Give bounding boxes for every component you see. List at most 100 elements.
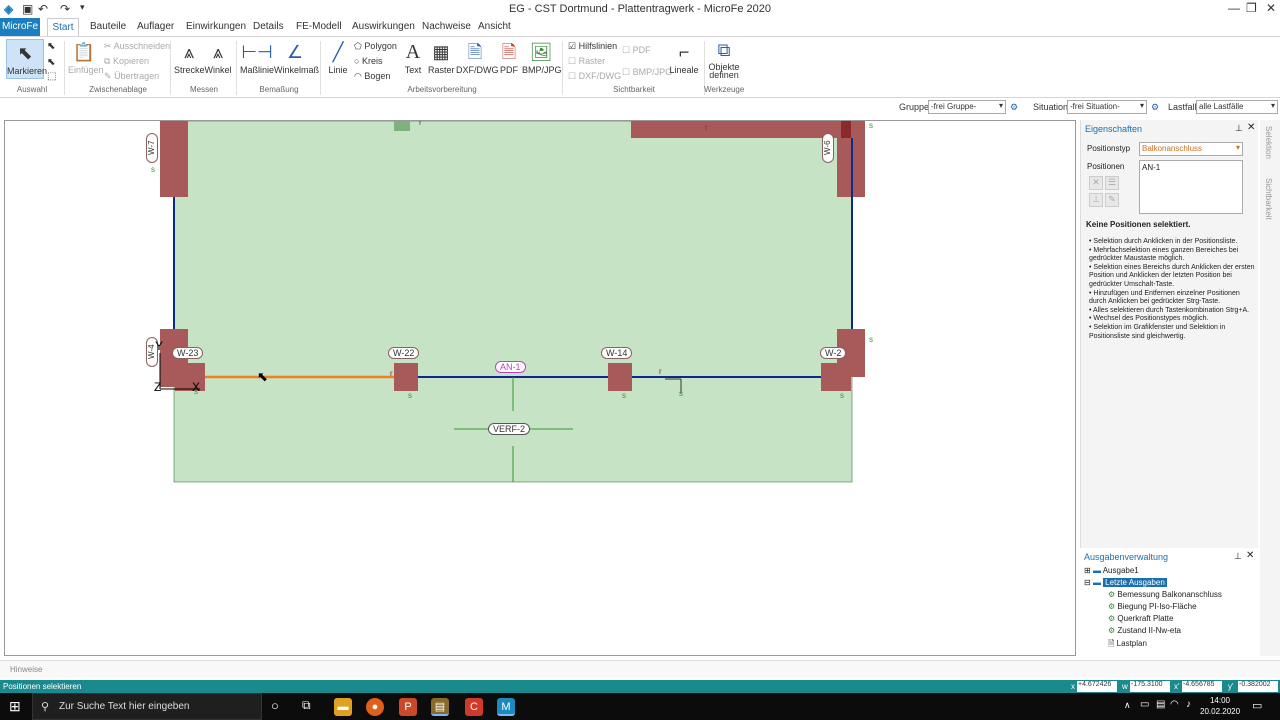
tray-wifi-icon[interactable]: ◠: [1170, 699, 1179, 710]
tab-auflager[interactable]: Auflager: [137, 21, 174, 32]
panel-close-icon[interactable]: ✕: [1246, 550, 1254, 561]
tree-child[interactable]: ⚙ Biegung PI-Iso-Fläche: [1108, 602, 1197, 611]
side-tab-selektion[interactable]: Selektion: [1264, 126, 1273, 159]
tray-network-icon[interactable]: ▭: [1140, 699, 1149, 710]
windows-start-icon[interactable]: ⊞: [9, 698, 21, 715]
winkel-button[interactable]: ⩓ Winkel: [204, 41, 232, 75]
dxf-dwg-button[interactable]: 🗎 DXF/DWG: [456, 41, 499, 75]
tray-volume-icon[interactable]: ♪: [1186, 699, 1191, 710]
einfuegen-button[interactable]: 📋 Einfügen: [68, 41, 104, 75]
lastfall-select[interactable]: alle Lastfälle: [1196, 100, 1278, 114]
tab-details[interactable]: Details: [253, 21, 284, 32]
lineale-button[interactable]: ⌐ Lineale: [668, 41, 700, 75]
pdf-checkbox[interactable]: ☐ PDF: [622, 45, 651, 56]
gruppe-filter-icon[interactable]: ⚙: [1010, 102, 1018, 113]
label-w22[interactable]: W-22: [388, 347, 420, 359]
structure-drawing[interactable]: [5, 121, 1076, 656]
raster-checkbox[interactable]: ☐ Raster: [568, 56, 605, 67]
clock-time[interactable]: 14:00: [1200, 696, 1240, 705]
pdf-button[interactable]: 🗎 PDF: [498, 41, 520, 75]
filter-position-icon[interactable]: ⊥: [1089, 193, 1103, 207]
list-position-icon[interactable]: ☰: [1105, 176, 1119, 190]
app-icon-1[interactable]: ▤: [431, 698, 449, 716]
collapse-minus-icon[interactable]: ⊟: [1084, 578, 1091, 587]
wall-w23[interactable]: [175, 363, 205, 391]
situation-filter-icon[interactable]: ⚙: [1151, 102, 1159, 113]
minimize-button[interactable]: —: [1228, 1, 1240, 15]
firefox-icon[interactable]: ●: [366, 698, 384, 716]
tree-child[interactable]: ⚙ Querkraft Platte: [1108, 614, 1173, 623]
label-w7[interactable]: W-7: [146, 133, 158, 163]
polygon-button[interactable]: ⬠ Polygon: [354, 41, 397, 52]
tab-start[interactable]: Start: [47, 18, 79, 37]
positionen-item[interactable]: AN-1: [1142, 163, 1160, 172]
winkelmass-button[interactable]: ∠ Winkelmaß: [274, 41, 319, 75]
select-mode-icon-3[interactable]: ⬚: [47, 71, 56, 82]
expand-plus-icon[interactable]: ⊞: [1084, 566, 1091, 575]
taskbar-search-box[interactable]: ⚲ Zur Suche Text hier eingeben: [32, 693, 262, 720]
positionen-list[interactable]: AN-1: [1139, 160, 1243, 214]
kopieren-button[interactable]: ⧉ Kopieren: [104, 56, 149, 67]
wall-top-right[interactable]: [631, 121, 841, 138]
task-view-icon[interactable]: ⧉: [302, 698, 311, 713]
tree-child[interactable]: ⚙ Bemessung Balkonanschluss: [1108, 590, 1222, 599]
app-icon-2[interactable]: C: [465, 698, 483, 716]
bogen-button[interactable]: ◠ Bogen: [354, 71, 390, 82]
linie-button[interactable]: ╱ Linie: [326, 41, 350, 75]
markieren-button[interactable]: ⬉ Markieren: [6, 39, 47, 79]
menu-file-microfe[interactable]: MicroFe: [0, 18, 40, 36]
tab-nachweise[interactable]: Nachweise: [422, 21, 471, 32]
label-w14[interactable]: W-14: [601, 347, 633, 359]
strecke-button[interactable]: ⩓ Strecke: [174, 41, 205, 75]
uebertragen-button[interactable]: ✎ Übertragen: [104, 71, 159, 82]
label-w6[interactable]: W-6: [822, 133, 834, 163]
select-mode-icon-1[interactable]: ⬉: [47, 41, 55, 52]
label-w23[interactable]: W-23: [172, 347, 204, 359]
wall-w22[interactable]: [394, 363, 418, 391]
restore-button[interactable]: ❐: [1246, 1, 1257, 15]
wall-w14[interactable]: [608, 363, 632, 391]
tab-ansicht[interactable]: Ansicht: [478, 21, 511, 32]
tab-auswirkungen[interactable]: Auswirkungen: [352, 21, 415, 32]
text-button[interactable]: A Text: [402, 41, 424, 75]
tool-position-icon[interactable]: ✎: [1105, 193, 1119, 207]
positionstyp-select[interactable]: Balkonanschluss: [1139, 142, 1243, 156]
pin-icon[interactable]: ⊥: [1234, 551, 1242, 562]
bmp-jpg-button[interactable]: 🖼 BMP/JPG: [522, 41, 562, 75]
tab-einwirkungen[interactable]: Einwirkungen: [186, 21, 246, 32]
tab-fe-modell[interactable]: FE-Modell: [296, 21, 342, 32]
tray-battery-icon[interactable]: ▤: [1156, 699, 1165, 710]
kreis-button[interactable]: ○ Kreis: [354, 56, 382, 66]
tree-node-ausgabe1[interactable]: ⊞ ▬ Ausgabe1: [1084, 566, 1139, 575]
side-tab-sichtbarkeit[interactable]: Sichtbarkeit: [1264, 178, 1273, 220]
label-an1[interactable]: AN-1: [495, 361, 526, 373]
objekte-definen-button[interactable]: ⧉ Objekte definen: [706, 39, 742, 80]
hilfslinien-checkbox[interactable]: ☑ Hilfslinien: [568, 41, 617, 52]
wall-w7[interactable]: [160, 121, 188, 197]
situation-select[interactable]: -frei Situation-: [1067, 100, 1147, 114]
remove-position-icon[interactable]: ✕: [1089, 176, 1103, 190]
dxf-checkbox[interactable]: ☐ DXF/DWG: [568, 71, 621, 82]
gruppe-select[interactable]: -frei Gruppe-: [928, 100, 1006, 114]
select-mode-icon-2[interactable]: ⬉: [47, 57, 55, 68]
tree-child[interactable]: 🗎 Lastplan: [1108, 638, 1147, 652]
tree-node-letzte-ausgaben[interactable]: ⊟ ▬ Letzte Ausgaben: [1084, 578, 1167, 587]
cortana-icon[interactable]: ○: [271, 698, 279, 713]
panel-close-icon[interactable]: ✕: [1247, 122, 1255, 133]
clock-date[interactable]: 20.02.2020: [1200, 707, 1240, 716]
pin-icon[interactable]: ⊥: [1235, 123, 1243, 134]
masslinie-button[interactable]: ⊢⊣ Maßlinie: [240, 41, 274, 75]
file-explorer-icon[interactable]: ▬: [334, 698, 352, 716]
label-w2[interactable]: W-2: [820, 347, 847, 359]
notification-icon[interactable]: ▭: [1252, 699, 1262, 712]
tab-bauteile[interactable]: Bauteile: [90, 21, 126, 32]
close-button[interactable]: ✕: [1266, 1, 1276, 15]
graphics-canvas[interactable]: W-7 W-6 W-4 W-23 W-22 W-14 W-2 AN-1 VERF…: [4, 120, 1076, 656]
tray-chevron-icon[interactable]: ∧: [1124, 700, 1131, 711]
ausschneiden-button[interactable]: ✂ Ausschneiden: [104, 41, 170, 52]
tree-child[interactable]: ⚙ Zustand II-Nw-eta: [1108, 626, 1181, 635]
powerpoint-icon[interactable]: P: [399, 698, 417, 716]
label-verf2[interactable]: VERF-2: [488, 423, 531, 435]
microfe-icon[interactable]: M: [497, 698, 515, 716]
raster-button[interactable]: ▦ Raster: [428, 41, 455, 75]
